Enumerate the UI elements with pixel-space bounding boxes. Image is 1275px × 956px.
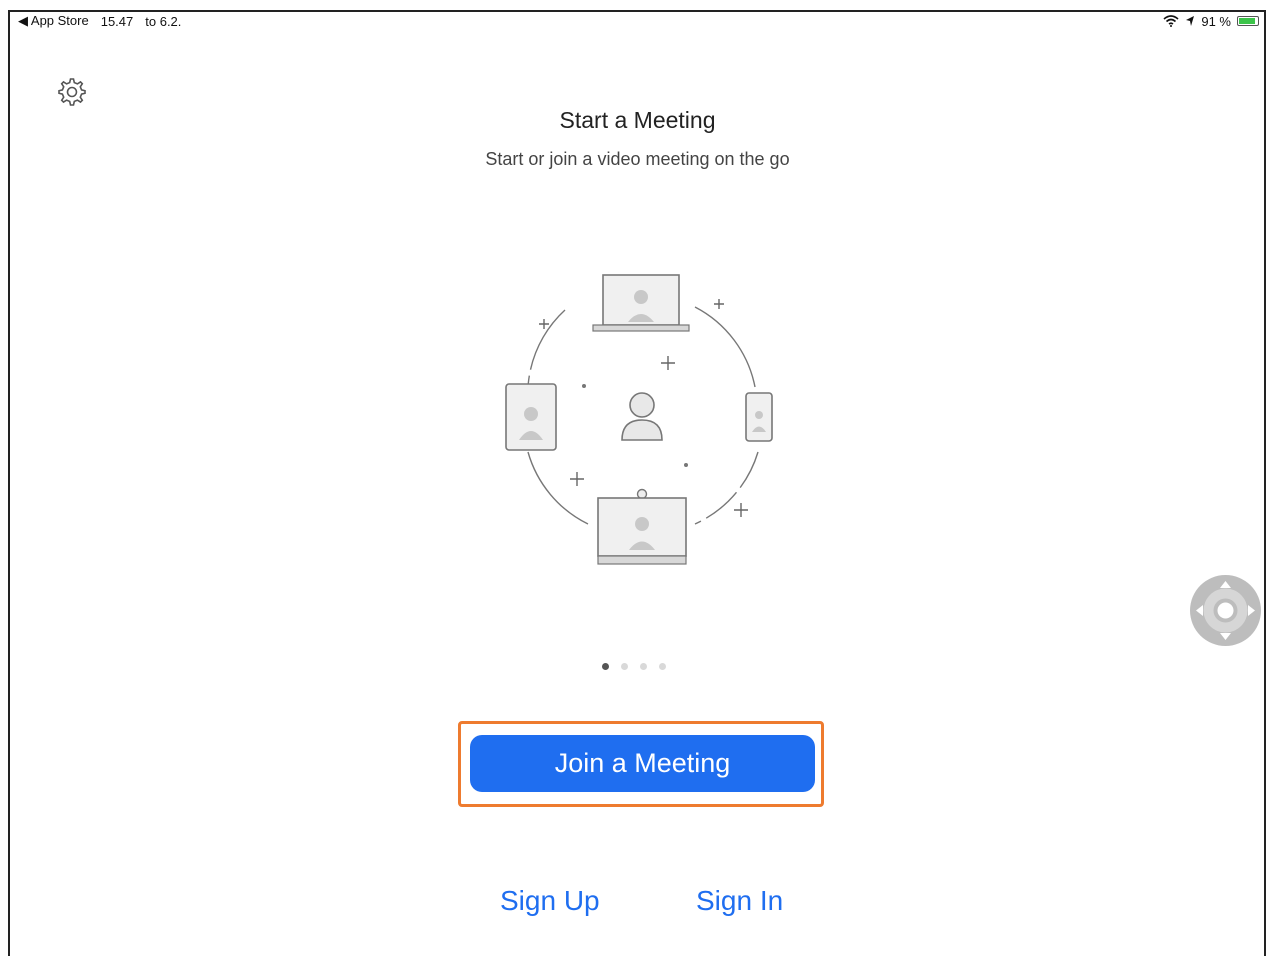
assistive-touch-icon [1196,581,1255,640]
gear-icon [58,78,86,106]
sign-up-link[interactable]: Sign Up [500,885,600,917]
page-title: Start a Meeting [559,107,716,133]
page-indicator[interactable] [602,663,666,670]
page-subtitle: Start or join a video meeting on the go [485,149,790,169]
location-icon [1186,16,1195,26]
status-right: 91 % [1163,14,1259,29]
back-to-app-store-link[interactable]: ◀ App Store [18,13,89,29]
sign-in-link[interactable]: Sign In [696,885,783,917]
status-bar: ◀ App Store 15.47 to 6.2. 91 % [18,12,1259,30]
page-dot[interactable] [640,663,647,670]
status-time: 15.47 [100,13,134,29]
laptop-icon [592,274,690,332]
person-icon [621,392,663,441]
assistive-touch-button[interactable] [1190,575,1261,646]
battery-percentage: 91 % [1201,13,1231,29]
status-left: ◀ App Store 15.47 to 6.2. [18,13,181,29]
page-dot[interactable] [621,663,628,670]
join-meeting-button[interactable]: Join a Meeting [470,735,815,792]
page-dot[interactable] [659,663,666,670]
settings-button[interactable] [54,74,88,108]
room-system-icon [597,488,687,565]
wifi-icon [1163,15,1179,27]
video-meeting-illustration [505,274,773,565]
tablet-icon [505,383,557,451]
status-date: to 6.2. [145,13,182,29]
battery-icon [1237,16,1259,26]
page-dot[interactable] [602,663,609,670]
phone-icon [745,392,773,442]
